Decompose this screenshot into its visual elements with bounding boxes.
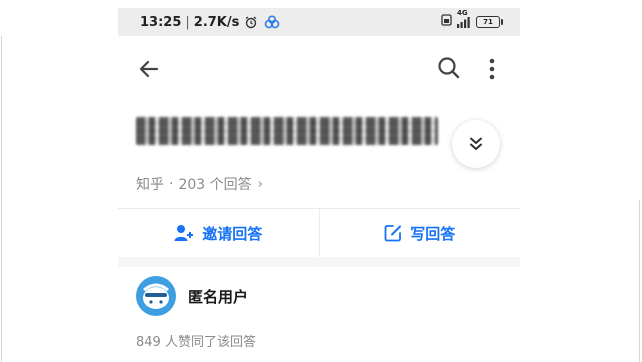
invite-answer-label: 邀请回答 xyxy=(202,224,263,243)
status-separator: | xyxy=(185,14,190,30)
status-network-speed: 2.7K/s xyxy=(193,14,240,30)
answer-count: 203 个回答 xyxy=(178,177,252,193)
author-name[interactable]: 匿名用户 xyxy=(188,286,248,307)
invite-answer-button[interactable]: 邀请回答 xyxy=(118,209,319,257)
right-edge-line xyxy=(639,200,640,362)
sim-icon xyxy=(441,14,452,30)
search-button[interactable] xyxy=(436,55,462,81)
search-icon xyxy=(438,57,460,79)
status-bar: 13:25 | 2.7K/s 4G 71 xyxy=(118,8,520,36)
section-divider xyxy=(118,257,520,267)
arrow-left-icon xyxy=(139,60,159,78)
expand-question-button[interactable] xyxy=(452,120,500,168)
write-answer-label: 写回答 xyxy=(410,224,456,243)
alarm-icon xyxy=(244,15,258,29)
status-time: 13:25 xyxy=(140,14,182,30)
left-edge-line xyxy=(1,36,2,362)
signal-icon: 4G xyxy=(457,9,471,28)
answer-author: 匿名用户 xyxy=(136,274,248,318)
source-label: 知乎 xyxy=(136,177,164,193)
question-meta[interactable]: 知乎 · 203 个回答 › xyxy=(136,174,263,194)
top-toolbar xyxy=(118,50,520,88)
question-title[interactable] xyxy=(136,117,438,145)
meta-separator: · xyxy=(169,176,174,192)
chevron-right-icon: › xyxy=(257,176,263,192)
cloud-app-icon xyxy=(263,15,281,29)
write-answer-button[interactable]: 写回答 xyxy=(320,209,521,257)
action-bar: 邀请回答 写回答 xyxy=(118,208,520,257)
phone-screen: 13:25 | 2.7K/s 4G 71 知乎 · 203 个回答 › 邀请回答… xyxy=(118,0,520,362)
avatar[interactable] xyxy=(136,276,176,316)
anonymous-avatar-icon xyxy=(143,283,169,309)
chevron-double-down-icon xyxy=(470,137,482,150)
add-user-icon xyxy=(174,225,194,241)
likes-count: 849 人赞同了该回答 xyxy=(136,335,256,350)
battery-icon: 71 xyxy=(476,16,503,28)
status-right-group: 4G 71 xyxy=(441,9,503,30)
more-vertical-icon xyxy=(489,58,495,80)
more-options-button[interactable] xyxy=(484,56,500,82)
back-button[interactable] xyxy=(136,56,162,82)
network-type-label: 4G xyxy=(457,9,468,17)
edit-icon xyxy=(384,225,402,242)
